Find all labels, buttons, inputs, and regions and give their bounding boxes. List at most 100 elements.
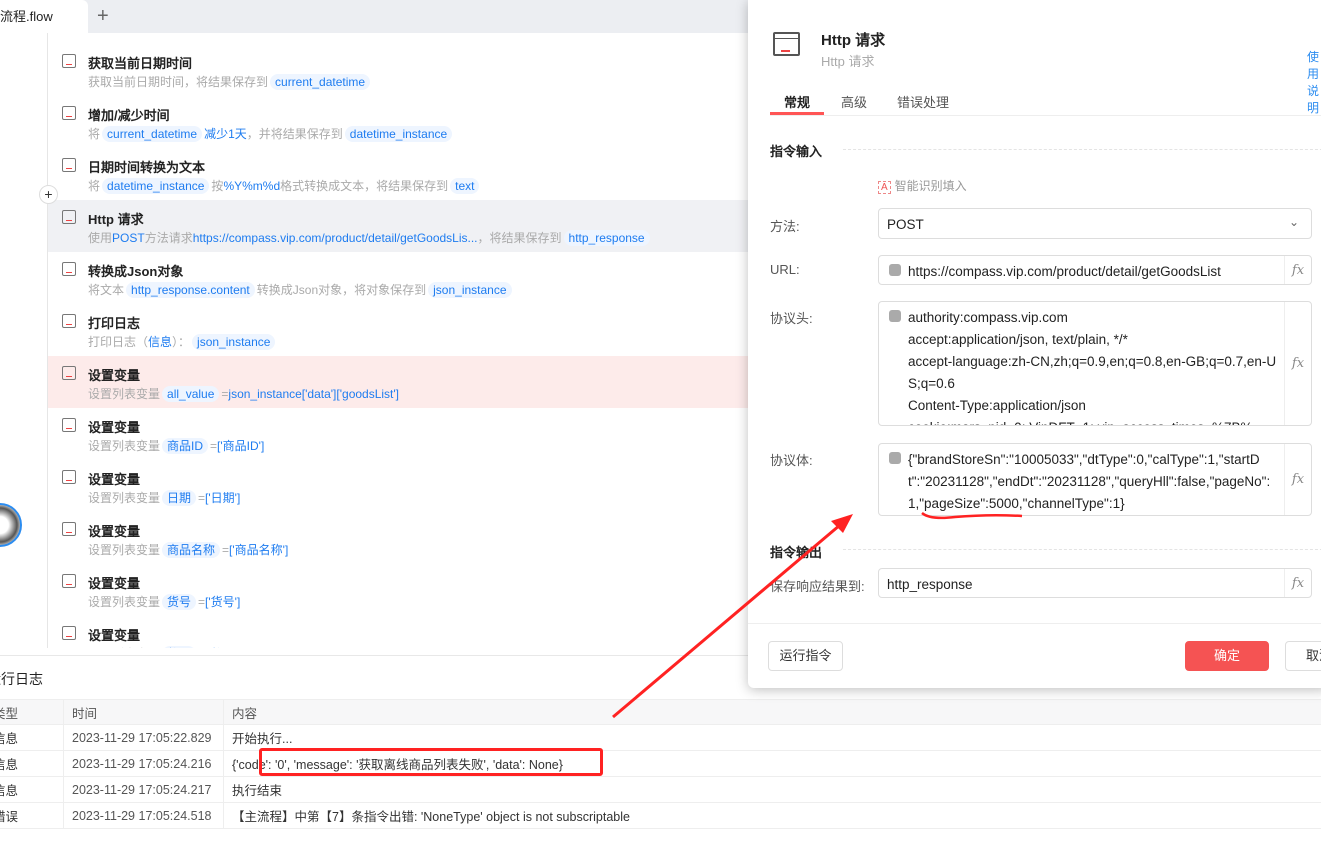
step-title: 设置变量 <box>88 524 141 539</box>
step-title: 设置变量 <box>88 368 141 383</box>
log-time: 2023-11-29 17:05:22.829 <box>63 724 224 751</box>
step-title: 日期时间转换为文本 <box>88 160 206 175</box>
dialog-subtitle: Http 请求 <box>821 54 875 69</box>
step-desc-text: json_instance['data']['goodsList'] <box>228 387 400 401</box>
variable-chip: current_datetime <box>270 74 371 90</box>
tab-advanced[interactable]: 高级 <box>841 92 867 111</box>
confirm-button[interactable]: 确定 <box>1185 641 1269 671</box>
step-desc-text: ['商品名称'] <box>229 543 289 557</box>
chevron-down-icon: ⌄ <box>1288 215 1299 229</box>
flow-step[interactable]: 设置变量设置列表变量数目=['数目'] <box>48 616 748 648</box>
step-desc-text: 设置列表变量 <box>88 491 161 505</box>
variable-chip: 货号 <box>162 594 197 610</box>
output-section-title: 指令输出 <box>770 545 823 560</box>
add-tab-button[interactable]: + <box>97 5 109 28</box>
step-title: Http 请求 <box>88 212 144 227</box>
flow-step[interactable]: 设置变量 设置列表变量 日期 =['日期'] <box>48 460 748 512</box>
log-row: 信息2023-11-29 17:05:22.829开始执行... <box>0 724 1321 751</box>
method-value: POST <box>887 217 924 232</box>
flow-step[interactable]: 设置变量 设置列表变量 商品ID =['商品ID'] <box>48 408 748 460</box>
method-select[interactable]: POST ⌄ <box>878 208 1312 239</box>
log-type: 信息 <box>0 724 64 751</box>
flow-step[interactable]: 设置变量设置列表变量 商品名称 =['商品名称'] <box>48 512 748 564</box>
step-desc-text: ['商品ID'] <box>217 439 265 453</box>
step-desc-text: = <box>222 543 230 557</box>
flow-step[interactable]: 获取当前日期时间 获取当前日期时间，将结果保存到 current_datetime <box>48 44 748 96</box>
variable-chip: 商品名称 <box>162 542 221 558</box>
dialog-tabs: 常规 高级 错误处理 <box>769 90 1321 116</box>
step-desc-text: 将 <box>88 127 101 141</box>
step-icon <box>62 574 76 588</box>
variable-chip: 商品ID <box>162 438 209 454</box>
tab-bar: 主流程.flow + <box>0 0 748 33</box>
flow-step[interactable]: 打印日志 打印日志（信息）： json_instance <box>48 304 748 356</box>
variable-chip: text <box>450 178 480 194</box>
step-desc-text: 格式转换成文本，将结果保存到 <box>280 179 449 193</box>
step-description: 设置列表变量 商品名称 =['商品名称'] <box>88 541 288 558</box>
http-request-dialog: Http 请求 Http 请求 使用说明 常规 高级 错误处理 指令输入 A 智能… <box>748 0 1321 688</box>
flow-step[interactable]: Http 请求 使用POST方法请求https://compass.vip.com… <box>48 200 748 252</box>
save-result-input[interactable]: http_response fx <box>878 568 1312 598</box>
flow-step[interactable]: 设置变量设置列表变量 all_value =json_instance['data'… <box>48 356 748 408</box>
log-time: 2023-11-29 17:05:24.216 <box>63 750 224 777</box>
log-content: 执行结束 <box>223 776 1321 803</box>
flow-step[interactable]: 增加/减少时间将 current_datetime 减少1天，并将结果保存到 date… <box>48 96 748 148</box>
smart-fill-icon: A <box>878 181 891 194</box>
tab-main-flow[interactable]: 主流程.flow <box>0 0 88 33</box>
method-label: 方法: <box>770 219 800 234</box>
step-title: 打印日志 <box>88 316 141 331</box>
dialog-title: Http 请求 <box>821 32 886 49</box>
step-icon <box>62 366 76 380</box>
log-row: 信息2023-11-29 17:05:24.216{'code': '0', '… <box>0 750 1321 777</box>
body-textarea[interactable]: {"brandStoreSn":"10005033","dtType":0,"c… <box>878 443 1312 516</box>
smart-fill-label: 智能识别填入 <box>894 179 967 193</box>
tab-error-handling[interactable]: 错误处理 <box>897 92 949 111</box>
step-desc-text: ，将结果保存到 <box>477 231 562 245</box>
variable-chip: http_response <box>563 230 650 246</box>
step-desc-text: = <box>198 595 206 609</box>
run-command-button[interactable]: 运行指令 <box>768 641 843 671</box>
insert-step-button[interactable]: + <box>39 185 58 204</box>
variable-chip: current_datetime <box>102 126 203 142</box>
step-desc-text: 方法请求 <box>144 231 193 245</box>
log-type: 信息 <box>0 750 64 777</box>
step-desc-text: ['数目'] <box>205 647 240 648</box>
url-input[interactable]: https://compass.vip.com/product/detail/g… <box>878 255 1312 285</box>
python-icon <box>889 264 901 276</box>
step-description: 将 datetime_instance 按%Y%m%d格式转换成文本，将结果保存到 t… <box>88 177 481 194</box>
step-description: 设置列表变量 all_value =json_instance['data']['g… <box>88 385 399 402</box>
log-type: 错误 <box>0 802 64 829</box>
flow-step[interactable]: 日期时间转换为文本将 datetime_instance 按%Y%m%d格式转换成文… <box>48 148 748 200</box>
fx-icon[interactable]: fx <box>1284 444 1311 515</box>
flow-step[interactable]: 转换成Json对象 将文本 http_response.content 转换成Json… <box>48 252 748 304</box>
variable-chip: datetime_instance <box>344 126 453 142</box>
step-desc-text: ['货号'] <box>205 595 241 609</box>
step-desc-text: = <box>210 439 218 453</box>
step-icon <box>62 106 76 120</box>
step-description: 设置列表变量数目=['数目'] <box>88 645 240 648</box>
smart-fill-button[interactable]: A 智能识别填入 <box>878 177 967 194</box>
step-icon <box>62 262 76 276</box>
fx-icon[interactable]: fx <box>1284 569 1311 597</box>
log-row: 信息2023-11-29 17:05:24.217执行结束 <box>0 776 1321 803</box>
step-icon <box>62 314 76 328</box>
step-desc-text: 打印日志（ <box>88 335 149 349</box>
step-desc-text: 获取当前日期时间，将结果保存到 <box>88 75 269 89</box>
fx-icon[interactable]: fx <box>1284 302 1311 425</box>
flow-step[interactable]: 设置变量 设置列表变量 货号 =['货号'] <box>48 564 748 616</box>
divider <box>843 549 1321 550</box>
log-type: 信息 <box>0 776 64 803</box>
headers-textarea[interactable]: authority:compass.vip.com accept:applica… <box>878 301 1312 426</box>
input-section-title: 指令输入 <box>770 144 823 159</box>
cancel-button[interactable]: 取消 <box>1285 641 1321 671</box>
tab-general[interactable]: 常规 <box>769 92 825 115</box>
divider <box>843 149 1321 150</box>
step-title: 设置变量 <box>88 628 141 643</box>
step-icon <box>62 418 76 432</box>
log-content: 【主流程】中第【7】条指令出错: 'NoneType' object is no… <box>223 802 1321 829</box>
step-description: 获取当前日期时间，将结果保存到 current_datetime <box>88 73 372 90</box>
step-desc-text: 信息 <box>148 335 173 349</box>
body-value: {"brandStoreSn":"10005033","dtType":0,"c… <box>908 452 1271 511</box>
step-desc-text: = <box>198 647 205 648</box>
fx-icon[interactable]: fx <box>1284 256 1311 284</box>
